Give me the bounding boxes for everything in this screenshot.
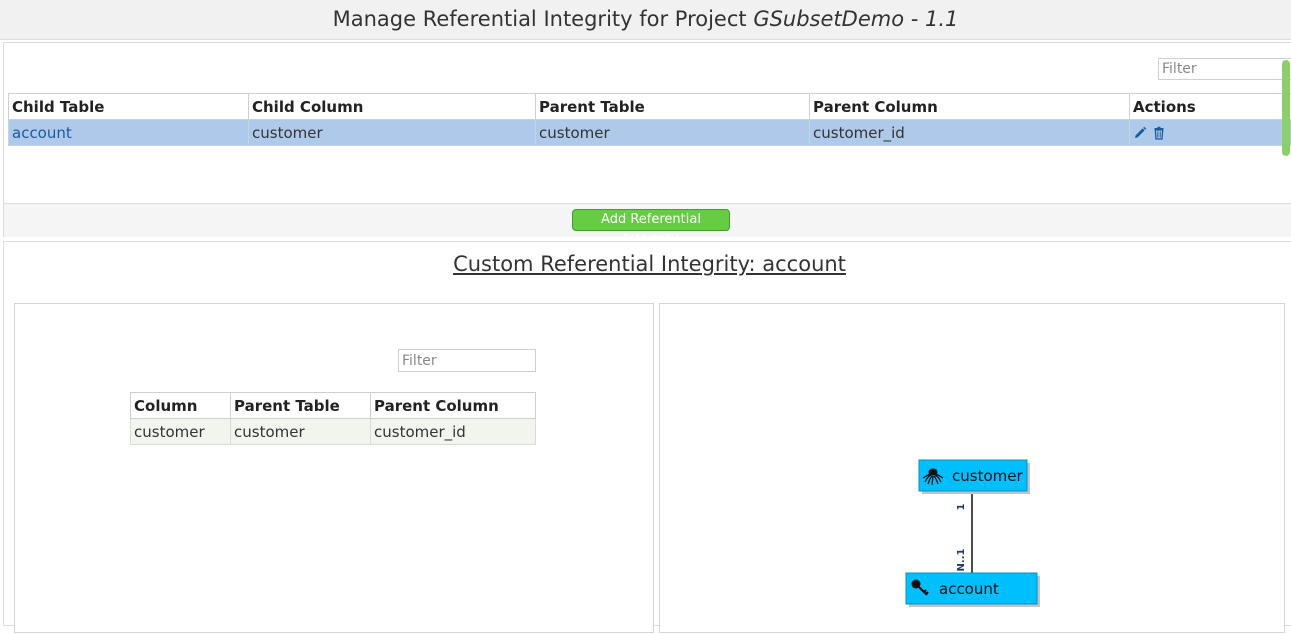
parent-column-cell: customer_id (371, 419, 536, 445)
parent-node-label: customer (952, 467, 1023, 485)
child-cardinality-label: N..1 (956, 549, 967, 572)
panel-footer: Add Referential Integrity (4, 203, 1291, 237)
relationship-diagram: 1 N..1 customer account (660, 304, 1286, 634)
add-referential-integrity-button[interactable]: Add Referential Integrity (572, 209, 730, 231)
relationship-diagram-pane: 1 N..1 customer account (659, 303, 1285, 633)
table-row[interactable]: customer customer customer_id (131, 419, 536, 445)
parent-table-cell: customer (231, 419, 371, 445)
parent-table-cell: customer (536, 120, 810, 146)
referential-integrity-table: Child Table Child Column Parent Table Pa… (8, 93, 1291, 146)
column-header-parent-table[interactable]: Parent Table (536, 94, 810, 120)
custom-referential-integrity-panel: Custom Referential Integrity: account Co… (3, 241, 1291, 626)
column-header-child-column[interactable]: Child Column (249, 94, 536, 120)
table-row[interactable]: account customer customer customer_id (9, 120, 1291, 146)
child-node-label: account (939, 580, 999, 598)
child-column-cell: customer (249, 120, 536, 146)
column-cell: customer (131, 419, 231, 445)
parent-column-cell: customer_id (810, 120, 1130, 146)
column-header-parent-column[interactable]: Parent Column (371, 393, 536, 419)
table-header-row: Column Parent Table Parent Column (131, 393, 536, 419)
child-table-cell[interactable]: account (9, 120, 249, 146)
table-header-row: Child Table Child Column Parent Table Pa… (9, 94, 1291, 120)
column-header-parent-table[interactable]: Parent Table (231, 393, 371, 419)
filter-input[interactable] (1158, 58, 1291, 80)
section-title: Custom Referential Integrity: account (4, 252, 1291, 276)
scrollbar-thumb[interactable] (1282, 60, 1290, 156)
page-title-prefix: Manage Referential Integrity for Project (333, 7, 754, 31)
project-name: GSubsetDemo - 1.1 (753, 7, 958, 31)
custom-integrity-table: Column Parent Table Parent Column custom… (130, 392, 536, 445)
child-node-account[interactable]: account (906, 573, 1040, 607)
parent-node-customer[interactable]: customer (919, 460, 1030, 494)
column-header-child-table[interactable]: Child Table (9, 94, 249, 120)
actions-cell (1130, 120, 1291, 146)
parent-cardinality-label: 1 (956, 503, 967, 510)
custom-integrity-list-pane: Column Parent Table Parent Column custom… (14, 303, 654, 633)
referential-integrity-panel: Child Table Child Column Parent Table Pa… (3, 42, 1291, 237)
trash-icon[interactable] (1152, 126, 1166, 140)
page-header: Manage Referential Integrity for Project… (0, 0, 1291, 40)
child-table-link[interactable]: account (12, 124, 72, 142)
filter-input[interactable] (398, 349, 536, 372)
pencil-icon[interactable] (1133, 126, 1147, 140)
column-header-column[interactable]: Column (131, 393, 231, 419)
column-header-actions: Actions (1130, 94, 1291, 120)
column-header-parent-column[interactable]: Parent Column (810, 94, 1130, 120)
